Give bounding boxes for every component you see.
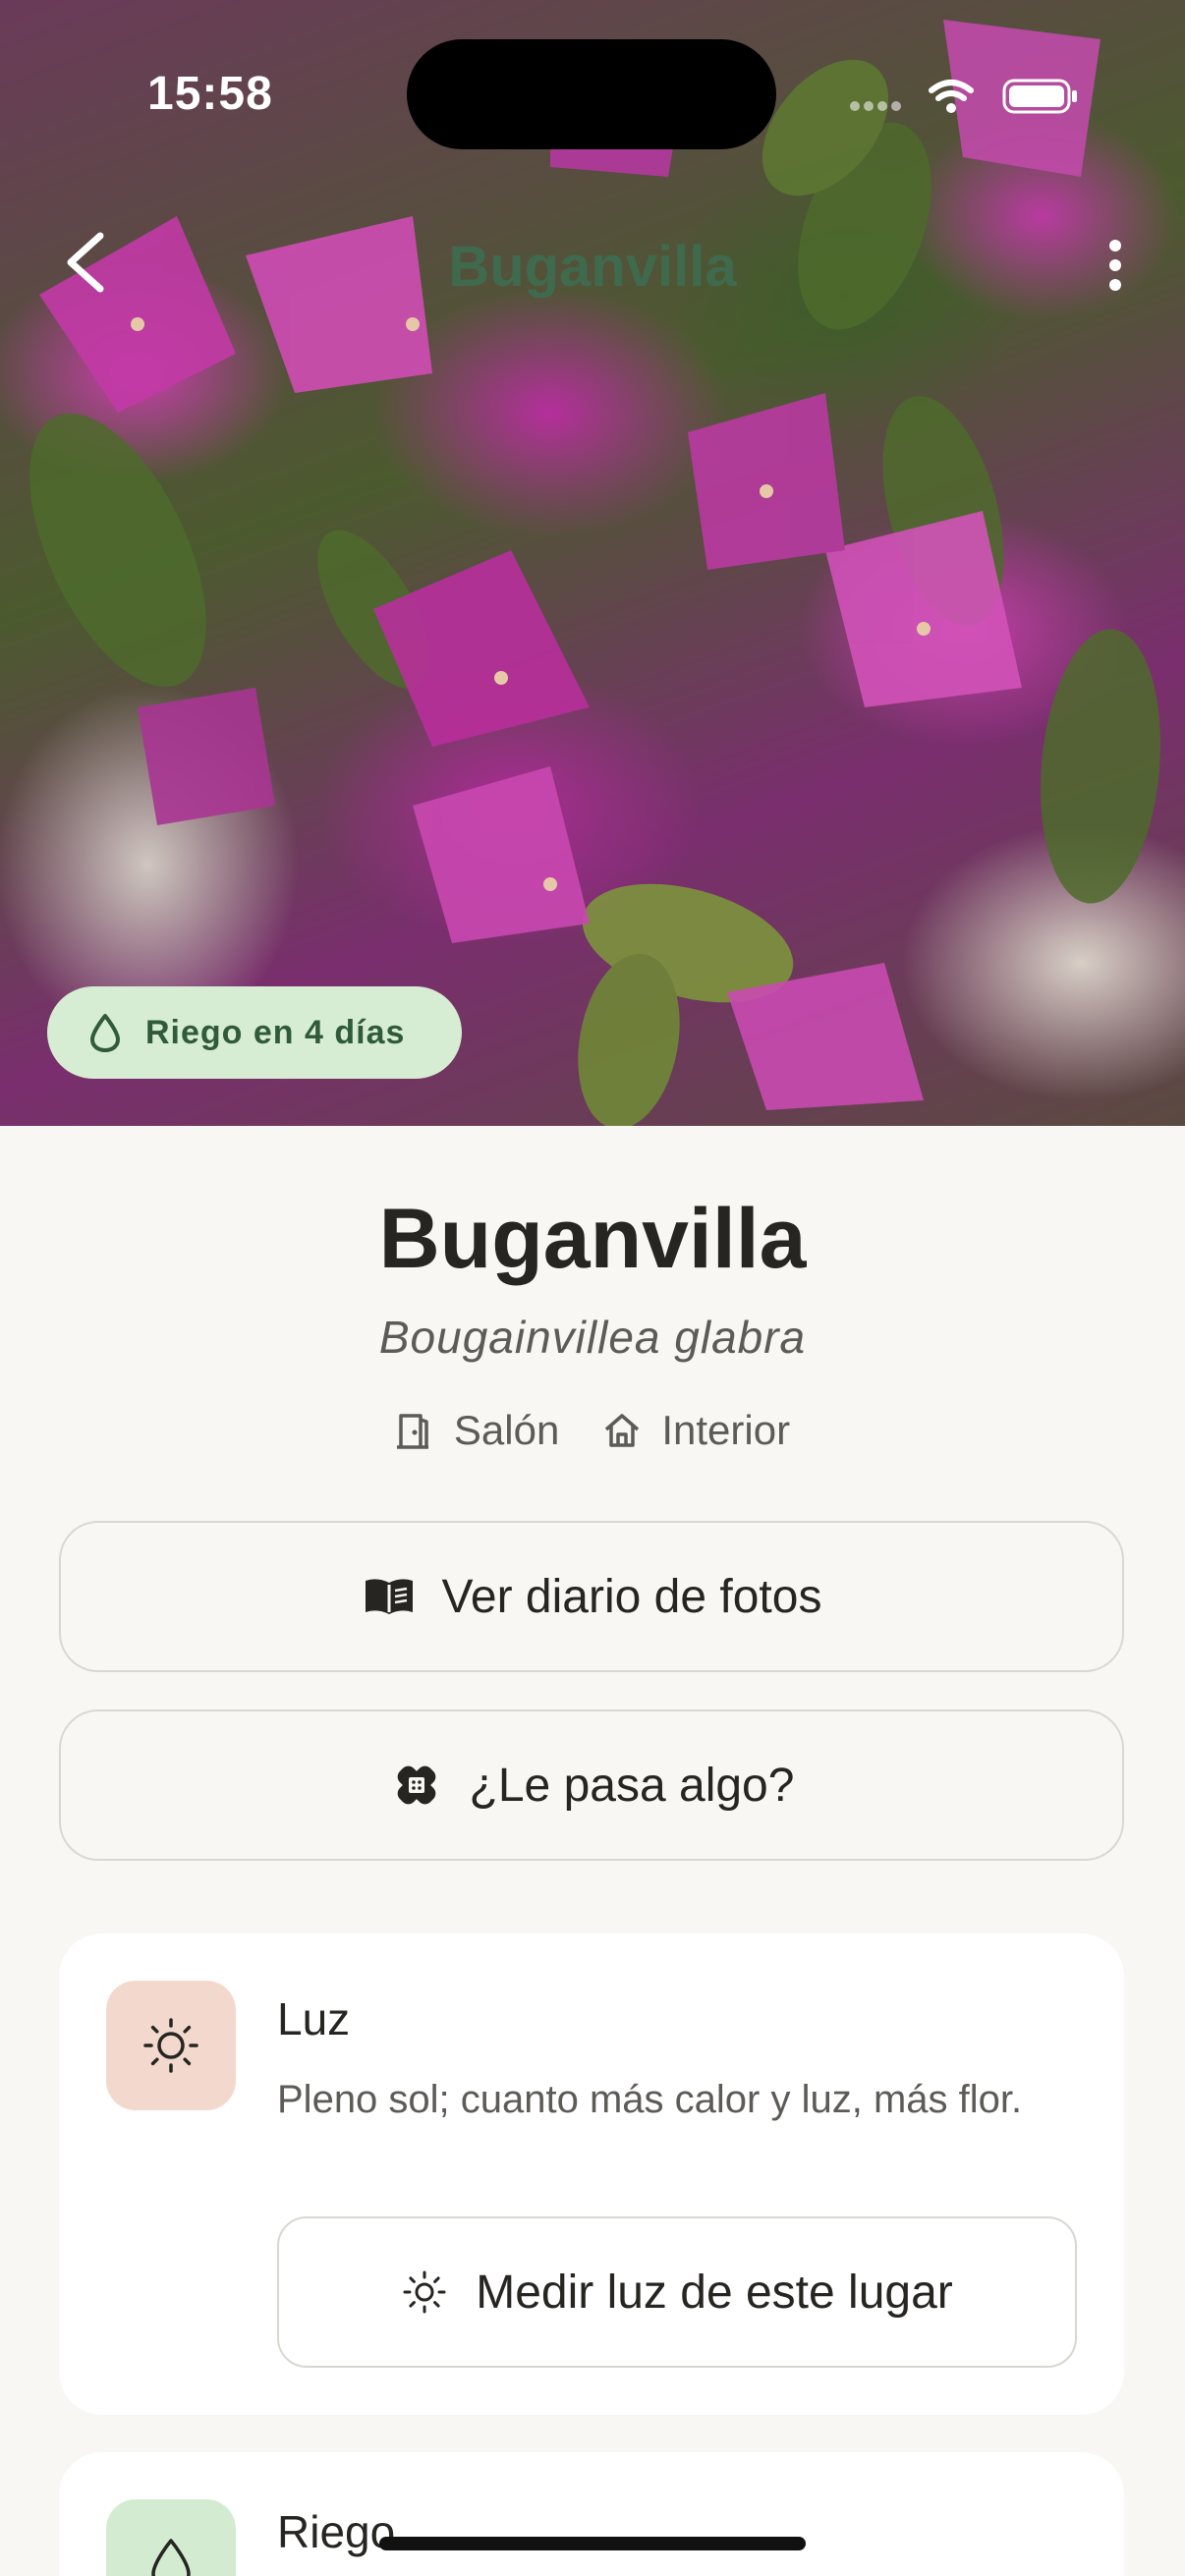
water-care-card: Riego — [59, 2452, 1124, 2576]
location-label: Interior — [661, 1407, 791, 1453]
bougainvillea-photo — [29, 20, 1161, 1126]
plant-issue-button[interactable]: ¿Le pasa algo? — [59, 1709, 1124, 1861]
sun-icon — [403, 2270, 446, 2314]
light-care-card: Luz Pleno sol; cuanto más calor y luz, m… — [59, 1933, 1124, 2415]
photo-diary-label: Ver diario de fotos — [441, 1570, 822, 1623]
water-icon-tile — [106, 2499, 236, 2576]
home-icon — [605, 1414, 640, 1447]
bandage-icon — [397, 1765, 435, 1805]
watering-badge: Riego en 4 días — [47, 986, 462, 1079]
plant-issue-label: ¿Le pasa algo? — [469, 1759, 795, 1812]
nav-title: Buganvilla — [448, 235, 737, 299]
water-title: Riego — [277, 2506, 396, 2557]
room-label: Salón — [453, 1407, 560, 1453]
droplet-icon — [90, 1014, 120, 1052]
watering-badge-text: Riego en 4 días — [145, 1013, 406, 1051]
status-icons — [850, 79, 1077, 114]
measure-light-button[interactable]: Medir luz de este lugar — [277, 2216, 1077, 2368]
plant-scientific-name: Bougainvillea glabra — [378, 1312, 807, 1363]
status-time: 15:58 — [147, 68, 273, 120]
more-options-icon[interactable] — [1091, 236, 1140, 295]
battery-icon — [1002, 79, 1077, 114]
plant-hero-photo: 15:58 Buganvilla Riego en 4 días — [0, 0, 1185, 1126]
wifi-icon — [929, 80, 974, 101]
photo-diary-button[interactable]: Ver diario de fotos — [59, 1521, 1124, 1672]
sun-icon — [143, 2018, 198, 2073]
plant-name: Buganvilla — [378, 1192, 807, 1286]
door-icon — [396, 1414, 428, 1449]
light-icon-tile — [106, 1981, 236, 2110]
dynamic-island — [407, 39, 776, 149]
book-icon — [365, 1579, 413, 1614]
plant-meta: Salón Interior — [0, 1407, 1185, 1454]
droplet-icon — [151, 2539, 191, 2576]
location-tag: Interior — [602, 1407, 790, 1454]
light-description: Pleno sol; cuanto más calor y luz, más f… — [277, 2078, 1023, 2121]
light-title: Luz — [277, 1993, 351, 2044]
room-tag: Salón — [395, 1407, 559, 1454]
measure-light-label: Medir luz de este lugar — [476, 2266, 953, 2319]
home-indicator[interactable] — [379, 2537, 806, 2550]
